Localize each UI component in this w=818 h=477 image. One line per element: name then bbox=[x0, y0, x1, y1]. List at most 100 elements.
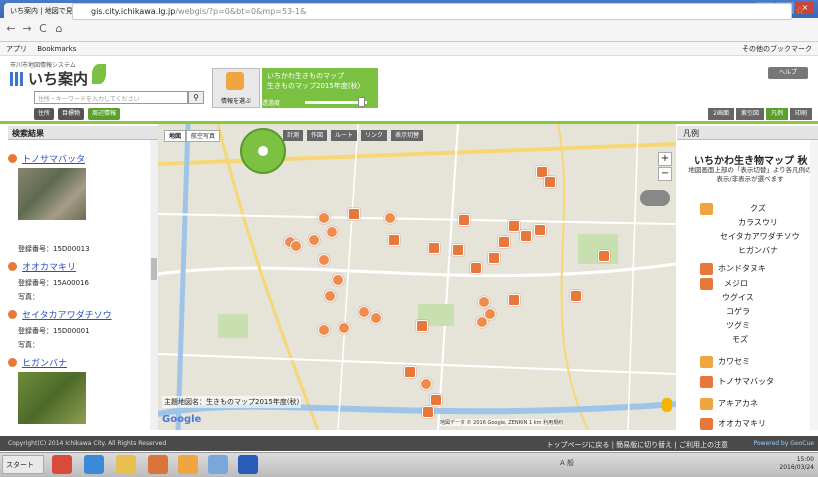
map-marker[interactable] bbox=[422, 406, 434, 418]
result-photo[interactable] bbox=[18, 372, 86, 424]
map-canvas[interactable] bbox=[158, 124, 676, 430]
map-marker[interactable] bbox=[324, 290, 336, 302]
map-marker[interactable] bbox=[318, 254, 330, 266]
clock: 15:00 2016/03/24 bbox=[779, 456, 814, 472]
home-icon[interactable]: ⌂ bbox=[52, 22, 66, 36]
map-marker[interactable] bbox=[430, 394, 442, 406]
chrome-taskbar-icon[interactable] bbox=[52, 455, 72, 474]
draw-button[interactable]: 作図 bbox=[307, 130, 328, 141]
legend-item: ウグイス bbox=[722, 293, 754, 302]
category-address[interactable]: 住所 bbox=[34, 108, 55, 120]
map-marker[interactable] bbox=[404, 366, 416, 378]
reload-icon[interactable]: C bbox=[36, 22, 50, 36]
app-taskbar-icon[interactable] bbox=[178, 455, 198, 474]
map-marker[interactable] bbox=[476, 316, 488, 328]
pan-center-icon[interactable] bbox=[258, 146, 268, 156]
result-link[interactable]: ヒガンバナ bbox=[10, 356, 67, 369]
category-nearby[interactable]: 周辺情報 bbox=[88, 108, 121, 120]
search-input[interactable]: 住所・キーワードを入力してください bbox=[34, 91, 188, 104]
map-marker[interactable] bbox=[508, 294, 520, 306]
dual-screen-button[interactable]: 2画面 bbox=[708, 108, 734, 120]
map-marker[interactable] bbox=[598, 250, 610, 262]
opacity-label: 透過度 bbox=[262, 100, 281, 107]
url-path: /webgis/?p=0&bt=0&mp=53-1& bbox=[175, 7, 307, 16]
clock-time: 15:00 bbox=[796, 456, 814, 463]
other-bookmarks[interactable]: その他のブックマーク bbox=[742, 44, 812, 54]
opacity-slider-handle[interactable] bbox=[358, 97, 365, 107]
map-marker[interactable] bbox=[332, 274, 344, 286]
tab-aerial[interactable]: 航空写真 bbox=[186, 130, 221, 142]
map-marker[interactable] bbox=[508, 220, 520, 232]
footer-links[interactable]: トップページに戻る | 簡易版に切り替え | ご利用上の注意 bbox=[547, 440, 728, 450]
forward-icon[interactable]: → bbox=[20, 22, 34, 36]
map-marker[interactable] bbox=[420, 378, 432, 390]
result-link[interactable]: セイタカアワダチソウ bbox=[10, 308, 112, 321]
map-marker[interactable] bbox=[370, 312, 382, 324]
map-marker[interactable] bbox=[318, 324, 330, 336]
help-button[interactable]: ヘルプ bbox=[768, 67, 808, 79]
map-marker[interactable] bbox=[388, 234, 400, 246]
map-marker[interactable] bbox=[416, 320, 428, 332]
map-marker[interactable] bbox=[348, 208, 360, 220]
map-marker[interactable] bbox=[290, 240, 302, 252]
app-taskbar-icon[interactable] bbox=[208, 455, 228, 474]
map-marker[interactable] bbox=[338, 322, 350, 334]
search-results-list: トノサマバッタ 登録番号：15D00013 オオカマキリ 登録番号：15A000… bbox=[8, 140, 150, 430]
measure-button[interactable]: 計測 bbox=[283, 130, 304, 141]
map-marker[interactable] bbox=[318, 212, 330, 224]
map-marker[interactable] bbox=[488, 252, 500, 264]
map-marker[interactable] bbox=[470, 262, 482, 274]
result-photo[interactable] bbox=[18, 168, 86, 220]
map-marker[interactable] bbox=[358, 306, 370, 318]
link-button[interactable]: リンク bbox=[361, 130, 388, 141]
url-input[interactable]: gis.city.ichikawa.lg.jp/webgis/?p=0&bt=0… bbox=[72, 3, 792, 20]
category-bar: 住所 目標物 周辺情報 bbox=[34, 108, 214, 120]
footer-copyright: Copyright(C) 2014 Ichikawa City. All Rig… bbox=[8, 440, 167, 447]
print-button[interactable]: 印刷 bbox=[789, 108, 812, 120]
word-taskbar-icon[interactable] bbox=[238, 455, 258, 474]
site-logo[interactable]: いち案内 bbox=[10, 68, 88, 89]
street-view-icon[interactable] bbox=[662, 398, 672, 412]
map-marker[interactable] bbox=[570, 290, 582, 302]
legend-button[interactable]: 凡例 bbox=[765, 108, 788, 120]
map-marker[interactable] bbox=[428, 242, 440, 254]
results-scrollbar-thumb[interactable] bbox=[151, 258, 157, 280]
back-icon[interactable]: ← bbox=[4, 22, 18, 36]
map-marker[interactable] bbox=[498, 236, 510, 248]
category-landmark[interactable]: 目標物 bbox=[58, 108, 85, 120]
map-terms[interactable]: 利用規約 bbox=[543, 420, 563, 426]
legend-scrollbar[interactable] bbox=[810, 140, 818, 430]
map-toolbar: 計測 作図 ルート リンク 表示切替 bbox=[283, 130, 424, 141]
bookmark-star-icon[interactable]: ☆ bbox=[795, 4, 805, 17]
explorer-taskbar-icon[interactable] bbox=[116, 455, 136, 474]
ie-taskbar-icon[interactable] bbox=[84, 455, 104, 474]
map-marker[interactable] bbox=[478, 296, 490, 308]
map-marker[interactable] bbox=[452, 244, 464, 256]
zoom-out-button[interactable]: − bbox=[658, 167, 672, 181]
leaf-logo-icon bbox=[92, 64, 106, 84]
search-results-header: 検索結果 bbox=[8, 126, 158, 140]
route-button[interactable]: ルート bbox=[331, 130, 358, 141]
map-marker[interactable] bbox=[534, 224, 546, 236]
map-marker[interactable] bbox=[458, 214, 470, 226]
bookmark-bookmarks[interactable]: Bookmarks bbox=[37, 45, 76, 53]
result-link[interactable]: オオカマキリ bbox=[10, 260, 76, 273]
zoom-in-button[interactable]: + bbox=[658, 152, 672, 166]
map-marker[interactable] bbox=[326, 226, 338, 238]
search-icon[interactable]: ⚲ bbox=[188, 91, 204, 104]
tab-map[interactable]: 地図 bbox=[164, 130, 187, 142]
index-map-button[interactable]: 索引図 bbox=[735, 108, 764, 120]
results-scrollbar[interactable] bbox=[150, 140, 158, 430]
legend-item: メジロ bbox=[724, 279, 748, 288]
bookmark-apps[interactable]: アプリ bbox=[6, 45, 27, 53]
start-button[interactable]: スタート bbox=[2, 455, 44, 474]
ime-indicator[interactable]: A 般 bbox=[560, 458, 574, 468]
result-link[interactable]: トノサマバッタ bbox=[10, 152, 85, 165]
map-marker[interactable] bbox=[308, 234, 320, 246]
media-taskbar-icon[interactable] bbox=[148, 455, 168, 474]
map-marker[interactable] bbox=[384, 212, 396, 224]
collapse-panel-icon[interactable] bbox=[640, 190, 670, 206]
map-marker[interactable] bbox=[544, 176, 556, 188]
map-marker[interactable] bbox=[520, 230, 532, 242]
display-toggle-button[interactable]: 表示切替 bbox=[391, 130, 424, 141]
